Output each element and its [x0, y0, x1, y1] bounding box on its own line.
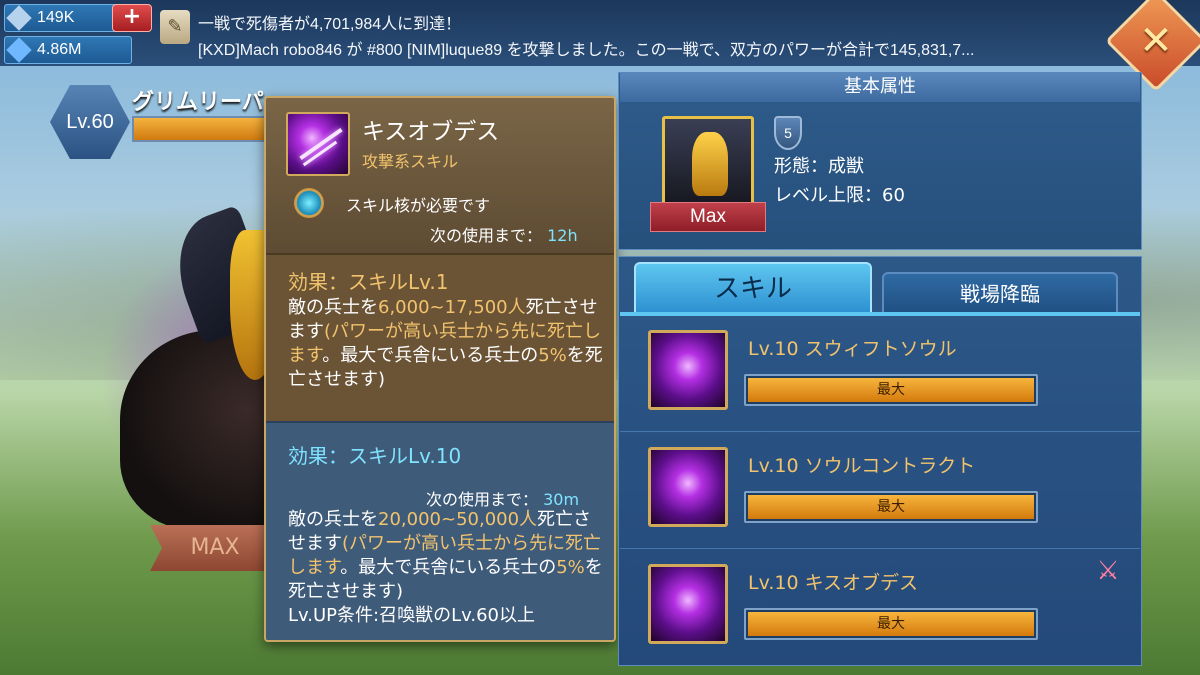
beast-name: グリムリーパ — [132, 90, 264, 115]
news-line-2: [KXD]Mach robo846 が #800 [NIM]luque89 を攻… — [198, 42, 975, 59]
skill-bar-text: 最大 — [877, 616, 905, 632]
upgrade-requirement: Lv.UP条件:召喚獣のLv.60以上 — [288, 605, 536, 626]
skill-bar: 最大 — [744, 608, 1038, 640]
effect1-title: 効果：スキルLv.1 — [288, 270, 449, 294]
skill-bar: 最大 — [744, 374, 1038, 406]
exp-bar-fill — [134, 118, 270, 140]
food-amount: 149K — [37, 9, 75, 26]
cooldown-2: 次の使用まで： 30m — [426, 486, 579, 510]
soul-contract-icon[interactable] — [648, 447, 728, 527]
e2-p1: 敵の兵士を — [288, 509, 378, 530]
e1-pct: 5% — [538, 345, 567, 366]
cooldown-value: 12h — [547, 226, 578, 245]
level-cap-attribute: レベル上限：60 — [774, 185, 905, 206]
effect2-text: 敵の兵士を20,000~50,000人死亡させます(パワーが高い兵士から先に死亡… — [288, 508, 608, 628]
skill-label: Lv.10 キスオブデス — [748, 572, 919, 594]
gem-amount: 4.86M — [37, 41, 82, 58]
rank-shield-icon: 5 — [774, 116, 802, 150]
cooldown-label-2: 次の使用まで： — [426, 490, 539, 509]
max-ribbon: MAX — [150, 525, 270, 571]
tab-battle[interactable]: 戦場降臨 — [882, 272, 1118, 314]
skill-bar-text: 最大 — [877, 382, 905, 398]
news-line-1: 一戦で死傷者が4,701,984人に到達！ — [198, 16, 462, 33]
cooldown-1: 次の使用まで： 12h — [430, 222, 578, 246]
close-icon[interactable]: ✕ — [1120, 5, 1192, 77]
e1-range: 6,000~17,500人 — [378, 297, 526, 318]
skill-row[interactable]: Lv.10 キスオブデス 最大 — [620, 550, 1140, 666]
skill-row[interactable]: Lv.10 ソウルコントラクト 最大 — [620, 433, 1140, 549]
e2-p3: 。最大で兵舎にいる兵士の — [340, 557, 557, 578]
swift-soul-icon[interactable] — [648, 330, 728, 410]
beast-level: Lv.60 — [66, 111, 114, 133]
kiss-of-death-icon — [286, 112, 350, 176]
e2-range: 20,000~50,000人 — [378, 509, 538, 530]
e1-p3: 。最大で兵舎にいる兵士の — [322, 345, 539, 366]
cooldown-value-2: 30m — [543, 490, 580, 509]
attributes-header: 基本属性 — [620, 72, 1140, 102]
portrait-armor — [692, 132, 728, 196]
e1-p1: 敵の兵士を — [288, 297, 378, 318]
cooldown-label: 次の使用まで： — [430, 226, 543, 245]
effect2-title: 効果：スキルLv.10 — [288, 444, 462, 468]
scroll-icon[interactable]: ✎ — [160, 10, 190, 44]
max-banner: Max — [650, 202, 766, 232]
tooltip-subtitle: 攻撃系スキル — [362, 152, 459, 171]
kiss-of-death-row-icon[interactable] — [648, 564, 728, 644]
e2-pct: 5% — [556, 557, 585, 578]
skill-label: Lv.10 ソウルコントラクト — [748, 455, 976, 477]
crossed-swords-icon[interactable]: ⚔ — [1090, 556, 1126, 586]
tooltip-title: キスオブデス — [362, 119, 500, 145]
tab-skills[interactable]: スキル — [634, 262, 872, 314]
tooltip-requirement: スキル核が必要です — [346, 196, 491, 215]
skill-bar: 最大 — [744, 491, 1038, 523]
skill-bar-text: 最大 — [877, 499, 905, 515]
form-attribute: 形態：成獣 — [774, 156, 864, 177]
effect1-text: 敵の兵士を6,000~17,500人死亡させます(パワーが高い兵士から先に死亡し… — [288, 296, 608, 392]
skill-tooltip: キスオブデス 攻撃系スキル スキル核が必要です 次の使用まで： 12h 効果：ス… — [264, 96, 616, 642]
skill-core-icon — [294, 188, 324, 218]
skill-row[interactable]: Lv.10 スウィフトソウル 最大 — [620, 316, 1140, 432]
plus-icon[interactable]: + — [112, 4, 152, 32]
skill-label: Lv.10 スウィフトソウル — [748, 338, 957, 360]
